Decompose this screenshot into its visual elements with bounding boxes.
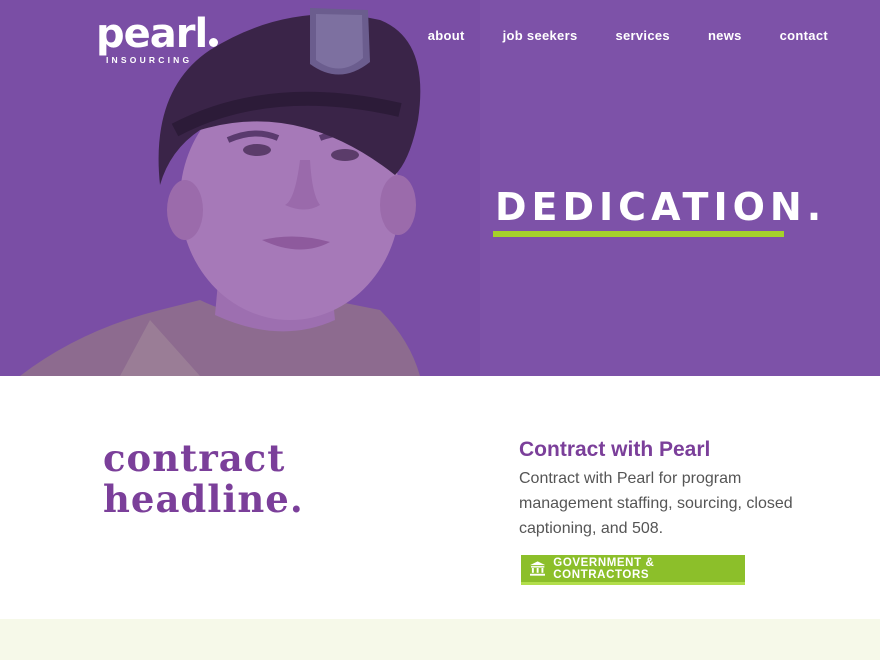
logo-dot — [209, 38, 219, 47]
contract-headline: contract headline. — [103, 438, 304, 520]
contract-section: contract headline. Contract with Pearl C… — [0, 376, 880, 619]
nav-contact[interactable]: contact — [780, 28, 828, 43]
contract-subtitle: Contract with Pearl — [519, 438, 711, 461]
bank-icon — [530, 561, 546, 576]
headline-line-1: contract — [103, 436, 286, 480]
pearl-logo[interactable]: pearl INSOURCING — [96, 14, 219, 65]
headline-line-2: headline. — [103, 477, 304, 521]
nav-news[interactable]: news — [708, 28, 742, 43]
logo-wordmark: pearl — [96, 14, 219, 54]
footer-band — [0, 619, 880, 660]
nav-about[interactable]: about — [428, 28, 465, 43]
contract-description: Contract with Pearl for program manageme… — [519, 470, 793, 537]
government-contractors-button[interactable]: GOVERNMENT & CONTRACTORS — [521, 555, 745, 585]
hero-section: pearl INSOURCING about job seekers servi… — [0, 0, 880, 376]
nav-job-seekers[interactable]: job seekers — [503, 28, 578, 43]
hero-title: DEDICATION. — [495, 185, 827, 229]
government-contractors-label: GOVERNMENT & CONTRACTORS — [553, 556, 655, 581]
hero-title-underline — [493, 231, 784, 237]
main-nav: about job seekers services news contact — [428, 28, 828, 43]
nav-services[interactable]: services — [615, 28, 669, 43]
